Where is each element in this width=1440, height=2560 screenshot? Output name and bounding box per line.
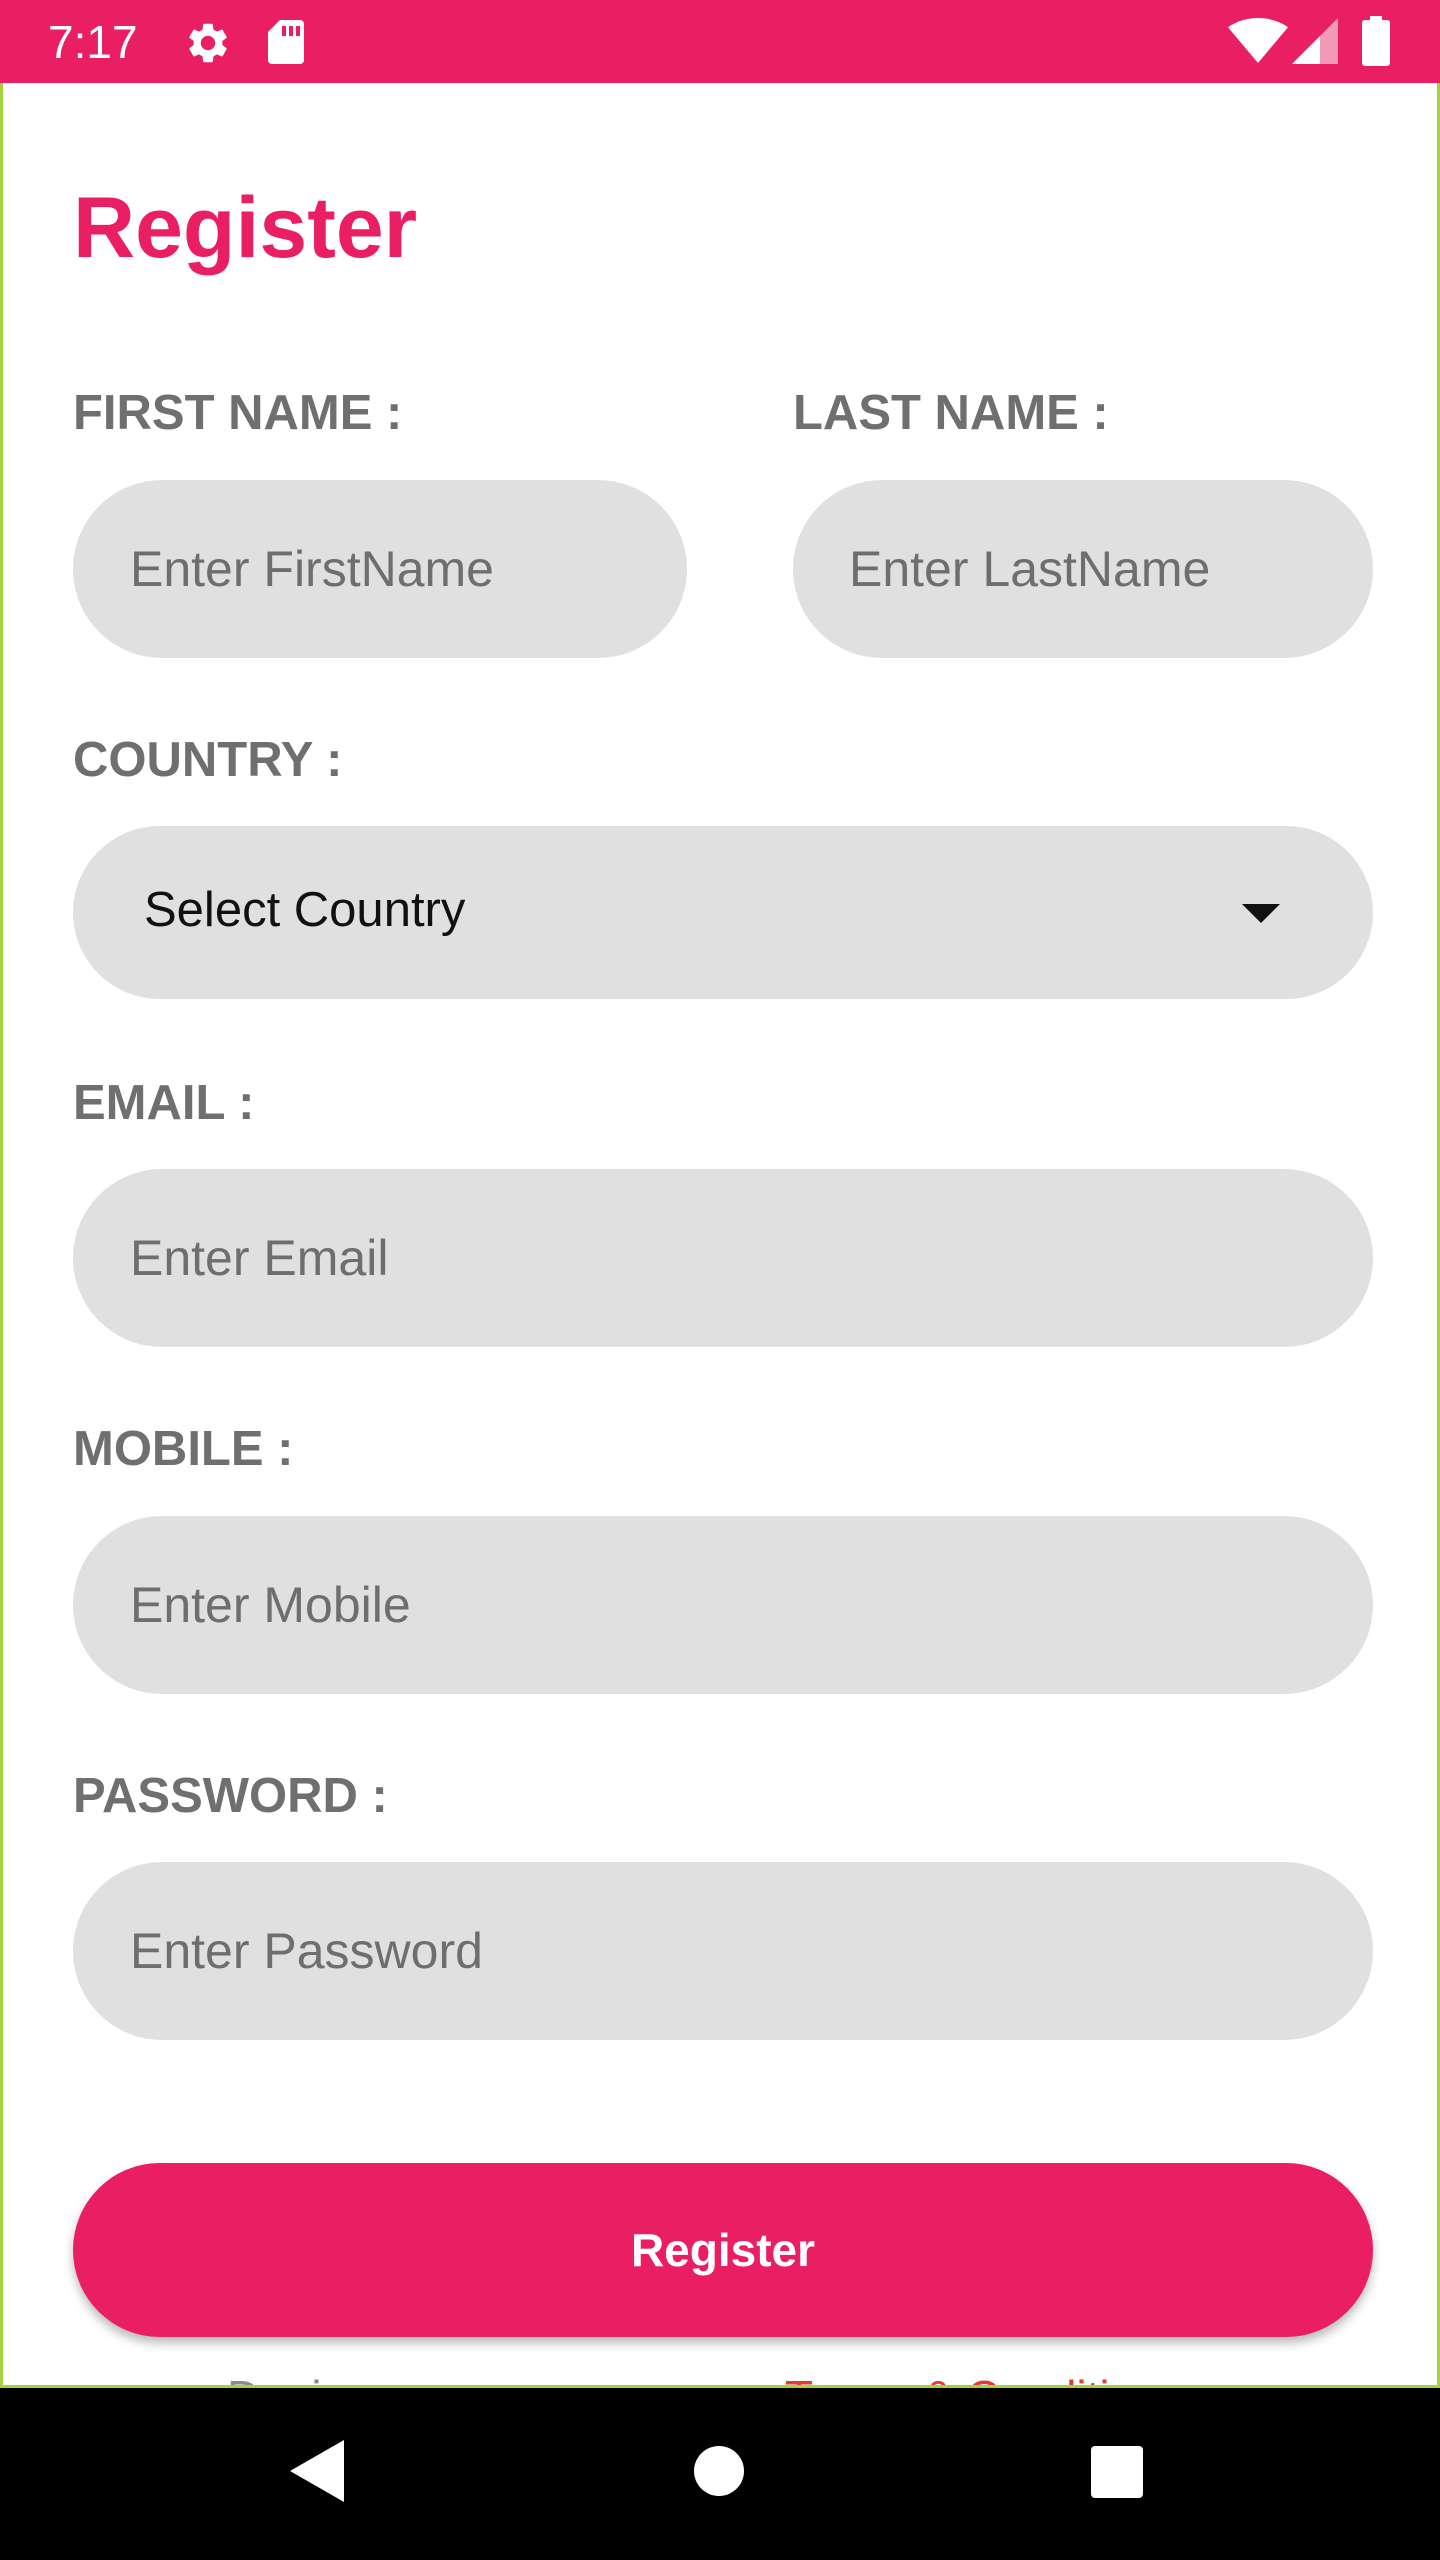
mobile-label: MOBILE : bbox=[73, 1422, 294, 1476]
cell-signal-icon bbox=[1292, 18, 1338, 64]
password-field-container bbox=[73, 1862, 1373, 2040]
country-label: COUNTRY : bbox=[73, 733, 343, 787]
register-button[interactable]: Register bbox=[73, 2163, 1373, 2337]
email-field-container bbox=[73, 1169, 1373, 1347]
email-input[interactable] bbox=[73, 1169, 1373, 1347]
last-name-label: LAST NAME : bbox=[793, 386, 1109, 440]
first-name-input[interactable] bbox=[73, 480, 687, 658]
status-time: 7:17 bbox=[48, 16, 138, 68]
last-name-field-container bbox=[793, 480, 1373, 658]
home-icon[interactable] bbox=[694, 2446, 744, 2496]
sd-card-icon bbox=[268, 20, 304, 64]
password-input[interactable] bbox=[73, 1862, 1373, 2040]
email-label: EMAIL : bbox=[73, 1076, 255, 1130]
first-name-field-container bbox=[73, 480, 687, 658]
country-select-value: Select Country bbox=[144, 883, 466, 937]
battery-icon bbox=[1362, 16, 1390, 66]
recents-icon[interactable] bbox=[1091, 2446, 1143, 2498]
last-name-input[interactable] bbox=[793, 480, 1373, 658]
status-bar: 7:17 bbox=[0, 0, 1440, 83]
page-title: Register bbox=[73, 180, 418, 276]
settings-icon bbox=[189, 23, 227, 63]
footer-link-left[interactable]: Dani bbox=[227, 2367, 322, 2385]
back-icon[interactable] bbox=[290, 2440, 344, 2502]
mobile-field-container bbox=[73, 1516, 1373, 1694]
navigation-bar bbox=[0, 2388, 1440, 2560]
mobile-input[interactable] bbox=[73, 1516, 1373, 1694]
first-name-label: FIRST NAME : bbox=[73, 386, 403, 440]
chevron-down-icon bbox=[1242, 904, 1280, 923]
country-select[interactable]: Select Country bbox=[73, 826, 1373, 999]
terms-link[interactable]: Terms & Conditi bbox=[785, 2367, 1110, 2385]
wifi-icon bbox=[1228, 18, 1288, 63]
register-screen: Register FIRST NAME : LAST NAME : COUNTR… bbox=[0, 83, 1440, 2388]
password-label: PASSWORD : bbox=[73, 1769, 388, 1823]
